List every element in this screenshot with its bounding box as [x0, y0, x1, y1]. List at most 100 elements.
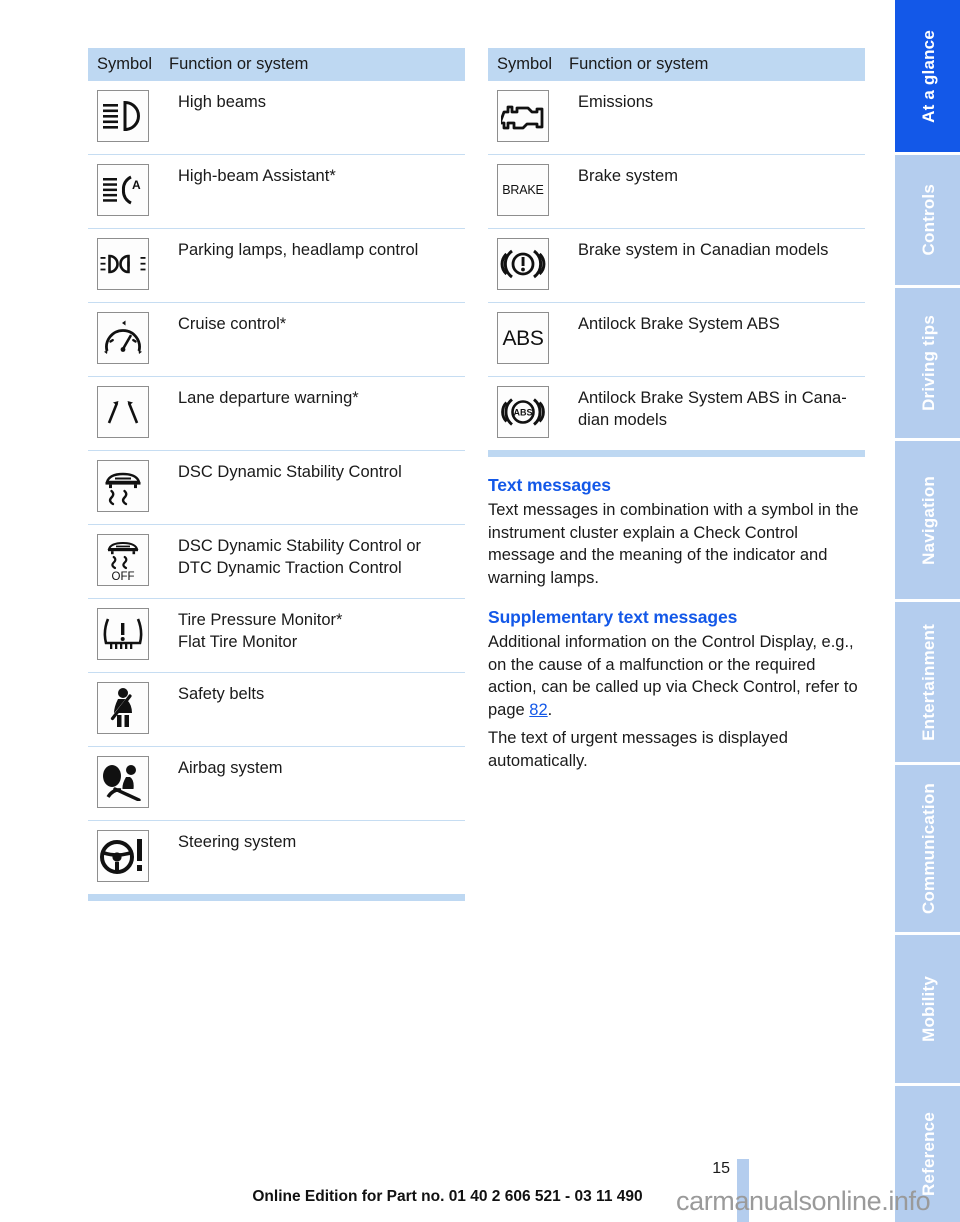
table-row: OFF DSC Dynamic Stability Control or DTC… — [88, 524, 465, 599]
row-line1: DSC Dynamic Stability Control or — [178, 537, 421, 555]
symbol-table-left: Symbol Function or system High beams A H… — [88, 48, 465, 894]
right-column: Symbol Function or system Emissions BRAK… — [488, 48, 865, 772]
table-row: Emissions — [488, 81, 865, 155]
sidebar-item-driving-tips[interactable]: Driving tips — [895, 288, 960, 438]
table-bottom-rule — [88, 894, 465, 901]
row-text: High-beam Assistant* — [166, 154, 465, 229]
row-line1: Brake system in Canadian models — [578, 241, 829, 259]
sidebar-item-label: Entertainment — [919, 623, 938, 741]
abs-icon-label: ABS — [502, 326, 544, 350]
header-function: Function or system — [569, 55, 709, 73]
row-text: High beams — [166, 81, 465, 155]
section-paragraph: Text messages in combination with a symb… — [488, 501, 859, 587]
svg-text:ABS: ABS — [513, 408, 532, 418]
page-footer: 15 Online Edition for Part no. 01 40 2 6… — [0, 1150, 960, 1222]
brake-system-canadian-icon — [497, 238, 549, 290]
table-row: Cruise control* — [88, 302, 465, 377]
header-symbol: Symbol — [97, 55, 153, 73]
table-row: Airbag system — [88, 746, 465, 821]
sidebar-item-at-a-glance[interactable]: At a glance — [895, 0, 960, 152]
row-text: Brake system in Canadian models — [566, 228, 865, 303]
row-line2: DTC Dynamic Traction Control — [178, 559, 402, 577]
row-text: Antilock Brake System ABS in Cana- dian … — [566, 376, 865, 450]
sidebar-item-controls[interactable]: Controls — [895, 155, 960, 285]
svg-text:A: A — [132, 178, 141, 192]
table-row: Tire Pressure Monitor* Flat Tire Monitor — [88, 598, 465, 673]
page-reference-link[interactable]: 82 — [529, 701, 547, 719]
table-row: BRAKE Brake system — [488, 154, 865, 229]
sidebar-item-entertainment[interactable]: Entertainment — [895, 602, 960, 762]
section-title: Supplementary text messages — [488, 607, 738, 627]
sidebar-item-label: Driving tips — [919, 315, 938, 411]
sidebar-item-label: At a glance — [919, 29, 938, 123]
table-row: Brake system in Canadian models — [488, 228, 865, 303]
row-text: Safety belts — [166, 672, 465, 747]
section-text-messages: Text messages Text messages in combinati… — [488, 475, 865, 589]
footer-edition-text: Online Edition for Part no. 01 40 2 606 … — [252, 1188, 643, 1205]
section-paragraph: Additional information on the Control Di… — [488, 631, 865, 721]
left-column: Symbol Function or system High beams A H… — [88, 48, 465, 901]
emissions-engine-icon — [497, 90, 549, 142]
sidebar-item-communication[interactable]: Communication — [895, 765, 960, 932]
row-line1: Lane departure warning* — [178, 389, 359, 407]
sidebar-item-label: Navigation — [919, 475, 938, 565]
row-line2: dian models — [578, 411, 667, 429]
svg-text:OFF: OFF — [112, 571, 135, 583]
row-text: Parking lamps, headlamp control — [166, 228, 465, 303]
dsc-dtc-off-icon: OFF — [97, 534, 149, 586]
section-supplementary-text-messages: Supplementary text messages Additional i… — [488, 607, 865, 772]
row-line1: Tire Pressure Monitor* — [178, 611, 343, 629]
section-navigation-rail: At a glance Controls Driving tips Naviga… — [895, 0, 960, 1222]
row-line1: High beams — [178, 93, 267, 111]
lane-departure-warning-icon — [97, 386, 149, 438]
steering-system-icon — [97, 830, 149, 882]
row-text: Steering system — [166, 820, 465, 894]
row-text: Brake system — [566, 154, 865, 229]
table-row: Safety belts — [88, 672, 465, 747]
airbag-system-icon — [97, 756, 149, 808]
dsc-icon — [97, 460, 149, 512]
abs-icon: ABS — [497, 312, 549, 364]
table-row: ABS Antilock Brake System ABS — [488, 302, 865, 377]
high-beam-assistant-icon: A — [97, 164, 149, 216]
brake-icon-label: BRAKE — [502, 182, 544, 197]
table-row: A High-beam Assistant* — [88, 154, 465, 229]
row-line1: Antilock Brake System ABS — [578, 315, 780, 333]
page-number: 15 — [712, 1160, 730, 1177]
table-row: ABS Antilock Brake System ABS in Cana- d… — [488, 376, 865, 450]
row-line1: Safety belts — [178, 685, 265, 703]
table-row: DSC Dynamic Stability Control — [88, 450, 465, 525]
row-line1: Brake system — [578, 167, 678, 185]
row-line1: Steering system — [178, 833, 297, 851]
row-line1: Parking lamps, headlamp control — [178, 241, 419, 259]
row-text: Emissions — [566, 81, 865, 155]
paragraph-suffix: . — [547, 700, 553, 719]
header-symbol: Symbol — [497, 55, 553, 73]
row-text: Antilock Brake System ABS — [566, 302, 865, 377]
high-beams-icon — [97, 90, 149, 142]
table-bottom-rule — [488, 450, 865, 457]
table-row: High beams — [88, 81, 465, 155]
row-text: DSC Dynamic Stability Control or DTC Dyn… — [166, 524, 465, 599]
sidebar-item-mobility[interactable]: Mobility — [895, 935, 960, 1083]
row-line1: DSC Dynamic Stability Control — [178, 463, 402, 481]
row-text: Cruise control* — [166, 302, 465, 377]
symbol-table-right: Symbol Function or system Emissions BRAK… — [488, 48, 865, 450]
row-line1: Airbag system — [178, 759, 283, 777]
row-text: DSC Dynamic Stability Control — [166, 450, 465, 525]
row-line1: High-beam Assistant* — [178, 167, 336, 185]
row-line1: Antilock Brake System ABS in Cana- — [578, 389, 847, 407]
section-title: Text messages — [488, 475, 611, 495]
brake-system-icon: BRAKE — [497, 164, 549, 216]
abs-canadian-icon: ABS — [497, 386, 549, 438]
cruise-control-icon — [97, 312, 149, 364]
page-content: Symbol Function or system High beams A H… — [0, 0, 895, 1222]
row-line1: Cruise control* — [178, 315, 287, 333]
section-paragraph: The text of urgent messages is displayed… — [488, 729, 788, 770]
table-header-row: Symbol Function or system — [88, 48, 465, 81]
table-row: Parking lamps, headlamp control — [88, 228, 465, 303]
row-text: Lane departure warning* — [166, 376, 465, 451]
row-line1: Emissions — [578, 93, 654, 111]
sidebar-item-label: Controls — [919, 184, 938, 256]
sidebar-item-navigation[interactable]: Navigation — [895, 441, 960, 599]
